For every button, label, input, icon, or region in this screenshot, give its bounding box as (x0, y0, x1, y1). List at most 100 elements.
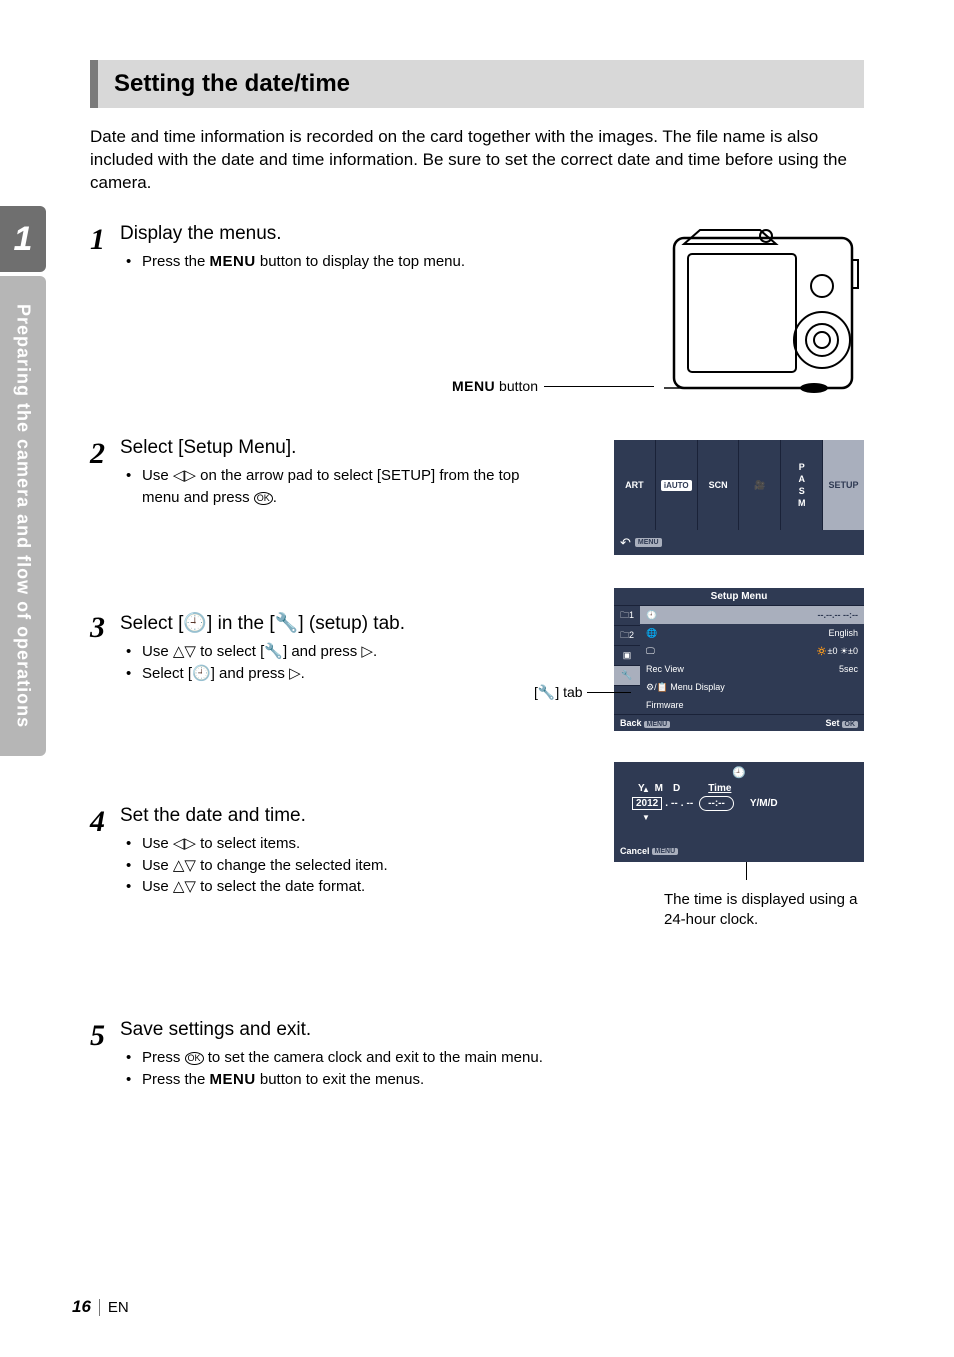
t: Press (142, 1049, 185, 1066)
down-arrow-icon: ▽ (184, 857, 196, 874)
t: ] and press (211, 665, 289, 682)
t: Select [ (120, 613, 183, 634)
t: --.--.-- --:-- (818, 610, 858, 620)
setup-row-clock: 🕘 --.--.-- --:-- (640, 606, 864, 624)
t: to select items. (196, 835, 300, 852)
camera-illustration (664, 220, 864, 402)
wrench-icon: 🔧 (264, 643, 283, 660)
page-language: EN (99, 1299, 129, 1316)
t: 🕘 (646, 610, 657, 621)
page-footer: 16EN (72, 1297, 129, 1317)
step-5-title: Save settings and exit. (120, 1019, 820, 1041)
menu-button-callout: MENU button (452, 378, 654, 394)
menu-chip: MENU (635, 538, 662, 547)
step-2-title: Select [Setup Menu]. (120, 437, 560, 459)
dt-fields: ▲ 2012 . -- . -- --:-- Y/M/D ▼ (614, 794, 864, 817)
dt-label-m: M (655, 783, 663, 794)
t: to set the camera clock and exit to the … (204, 1049, 543, 1066)
top-menu-screenshot: ART iAUTO SCN 🎥 P A S M SETUP ↶ MENU (614, 440, 864, 555)
step-3-bullet-2: Select [🕘] and press ▷. (142, 663, 560, 685)
callout-leader-line (587, 692, 631, 693)
ok-button-icon: OK (254, 492, 273, 505)
back-icon: ↶ (620, 535, 631, 551)
section-heading-bar: Setting the date/time (90, 60, 864, 108)
t: ] tab (555, 684, 582, 700)
right-arrow-icon: ▷ (361, 643, 373, 660)
dt-footer: CancelMENU (614, 843, 864, 860)
step-2-bullet-1: Use ◁▷ on the arrow pad to select [SETUP… (142, 465, 560, 509)
menu-word: MENU (210, 253, 256, 270)
up-arrow-icon: △ (173, 878, 185, 895)
t: -- (718, 798, 725, 809)
setup-row-language: 🌐English (640, 624, 864, 642)
dt-format: Y/M/D (750, 798, 778, 809)
menu-chip: MENU (644, 721, 671, 728)
ok-button-icon: OK (185, 1052, 204, 1065)
up-arrow-icon: △ (173, 857, 185, 874)
step-5-bullet-1: Press OK to set the camera clock and exi… (142, 1047, 820, 1069)
dt-year-selected: 2012 (632, 797, 662, 810)
t: to change the selected item. (196, 857, 388, 874)
dt-caption: The time is displayed using a 24-hour cl… (614, 890, 864, 929)
left-arrow-icon: ◁ (173, 835, 185, 852)
t: Use (142, 643, 173, 660)
t: Back (620, 718, 642, 728)
step-4-bullet-1: Use ◁▷ to select items. (142, 833, 560, 855)
dt-label-d: D (673, 783, 680, 794)
t: to select [ (196, 643, 264, 660)
clock-icon: 🕘 (183, 613, 207, 634)
chapter-label-text: Preparing the camera and flow of operati… (13, 304, 34, 728)
t: Select [ (142, 665, 192, 682)
step-3-bullet-1: Use △▽ to select [🔧] and press ▷. (142, 641, 560, 663)
callout-leader-line (544, 386, 654, 387)
menu-button-label-text: button (495, 378, 538, 394)
setup-menu-title: Setup Menu (614, 588, 864, 606)
intro-paragraph: Date and time information is recorded on… (90, 126, 864, 195)
step-4-number: 4 (90, 805, 120, 837)
step-2-number: 2 (90, 437, 120, 469)
right-arrow-icon: ▷ (289, 665, 301, 682)
chapter-side-tab: 1 Preparing the camera and flow of opera… (0, 206, 46, 766)
t: 5sec (839, 664, 858, 674)
t: ⚙/📋 Menu Display (646, 682, 725, 693)
t: . (678, 798, 687, 809)
step-4-title: Set the date and time. (120, 805, 560, 827)
step-4-bullet-2: Use △▽ to change the selected item. (142, 855, 560, 877)
t: P (799, 462, 805, 472)
wrench-icon: 🔧 (275, 613, 299, 634)
t: . (662, 798, 671, 809)
topmenu-art: ART (614, 440, 656, 530)
t: ] and press (283, 643, 361, 660)
t: Set (825, 718, 839, 728)
chapter-number-badge: 1 (0, 206, 46, 272)
t: ] (setup) tab. (298, 613, 405, 634)
setup-tab-3: ▣ (614, 646, 640, 666)
step-5-number: 5 (90, 1019, 120, 1051)
setup-menu-screenshot-wrap: [🔧] tab Setup Menu 🗀1 🗀2 ▣ 🔧 🕘--.--.-- -… (594, 588, 864, 731)
setup-menu-screenshot: Setup Menu 🗀1 🗀2 ▣ 🔧 🕘--.--.-- --:-- 🌐En… (614, 588, 864, 731)
topmenu-movie: 🎥 (739, 440, 781, 530)
right-arrow-icon: ▷ (184, 467, 196, 484)
left-arrow-icon: ◁ (173, 467, 185, 484)
right-arrow-icon: ▷ (184, 835, 196, 852)
down-arrow-icon: ▽ (184, 643, 196, 660)
down-arrow-icon: ▽ (184, 878, 196, 895)
dt-month: -- (671, 798, 678, 809)
t: -- (708, 798, 715, 809)
topmenu-iauto: iAUTO (656, 440, 698, 530)
t: Press the (142, 1071, 210, 1088)
dt-title-icon: 🕘 (614, 762, 864, 783)
section-heading: Setting the date/time (114, 70, 848, 98)
iauto-chip: iAUTO (661, 480, 692, 491)
t: on the arrow pad to select [SETUP] from … (142, 467, 519, 506)
callout-leader-line (746, 862, 747, 880)
t: Use (142, 467, 173, 484)
t: M (798, 498, 806, 508)
down-caret-icon: ▼ (642, 813, 650, 822)
setup-tab-1: 🗀1 (614, 606, 640, 626)
step-1-title: Display the menus. (120, 223, 560, 245)
t: A (798, 474, 805, 484)
t: . (301, 665, 305, 682)
t: . (373, 643, 377, 660)
step-5-bullet-2: Press the MENU button to exit the menus. (142, 1069, 820, 1091)
